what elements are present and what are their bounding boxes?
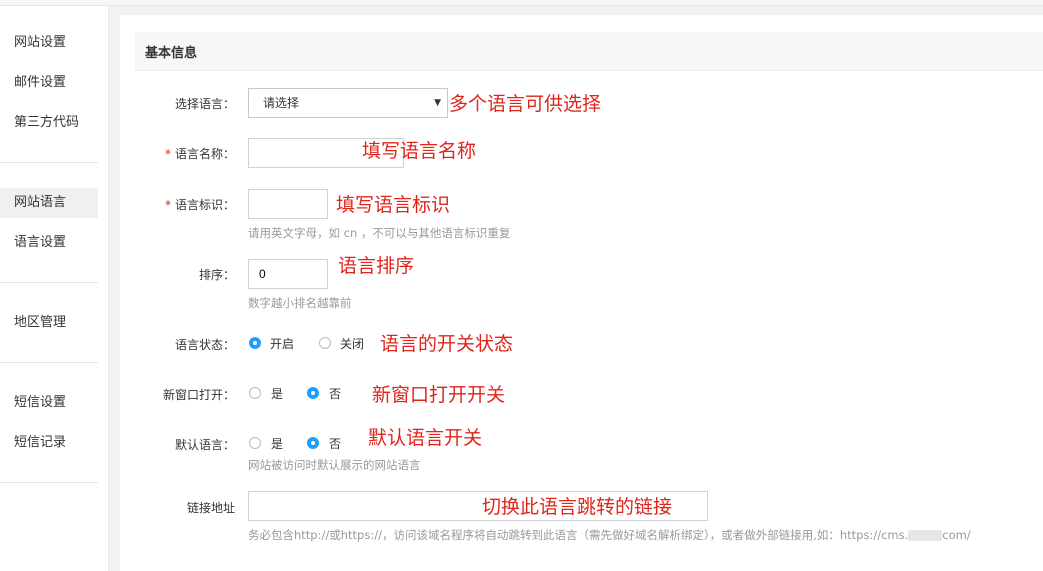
status-on-radio[interactable] [249, 337, 261, 349]
status-off-radio[interactable] [319, 337, 331, 349]
sidebar-divider [0, 482, 98, 483]
required-mark: * [164, 198, 171, 212]
language-code-hint: 请用英文字母，如 cn ，不可以与其他语言标识重复 [248, 226, 511, 240]
section-header: 基本信息 [135, 32, 1043, 71]
status-on-label: 开启 [270, 337, 295, 351]
status-off-label: 关闭 [340, 337, 365, 351]
default-language-yes-radio[interactable] [249, 437, 261, 449]
language-select-value: 请选择 [263, 96, 300, 110]
language-code-label: * 语言标识： [164, 198, 235, 212]
sort-input[interactable] [248, 259, 328, 289]
language-select-label: 选择语言： [174, 97, 235, 111]
language-code-input[interactable] [248, 189, 328, 219]
default-language-yes-label: 是 [271, 437, 284, 451]
sidebar: 网站设置 邮件设置 第三方代码 网站语言 语言设置 地区管理 短信设置 短信记录 [0, 6, 109, 571]
annotation-new-window: 新窗口打开开关 [372, 384, 506, 406]
annotation-link: 切换此语言跳转的链接 [482, 496, 673, 518]
annotation-status: 语言的开关状态 [380, 333, 514, 355]
language-select[interactable]: 请选择 ▼ [248, 88, 448, 118]
new-window-no-radio[interactable] [307, 387, 319, 399]
annotation-default-language: 默认语言开关 [368, 427, 483, 449]
sort-hint: 数字越小排名越靠前 [248, 296, 352, 310]
new-window-yes-label: 是 [271, 387, 284, 401]
sidebar-item-language-settings[interactable]: 语言设置 [0, 228, 98, 258]
section-title: 基本信息 [145, 46, 198, 61]
sidebar-item-region-management[interactable]: 地区管理 [0, 308, 98, 338]
redacted-blur [908, 530, 943, 541]
sidebar-divider [0, 362, 98, 363]
sidebar-item-mail-settings[interactable]: 邮件设置 [0, 68, 98, 98]
link-hint: 务必包含http://或https://，访问该域名程序将自动跳转到此语言（需先… [248, 528, 971, 542]
annotation-language-select: 多个语言可供选择 [449, 93, 602, 115]
chevron-down-icon: ▼ [434, 98, 441, 108]
sidebar-divider [0, 162, 98, 163]
status-label: 语言状态： [174, 338, 235, 352]
default-language-hint: 网站被访问时默认展示的网站语言 [248, 458, 421, 472]
default-language-no-radio[interactable] [307, 437, 319, 449]
default-language-label: 默认语言： [174, 438, 235, 452]
new-window-label: 新窗口打开： [162, 388, 235, 402]
annotation-language-name: 填写语言名称 [362, 140, 477, 162]
new-window-no-label: 否 [329, 387, 342, 401]
sidebar-item-site-settings[interactable]: 网站设置 [0, 28, 98, 58]
new-window-yes-radio[interactable] [249, 387, 261, 399]
default-language-no-label: 否 [329, 437, 342, 451]
annotation-language-code: 填写语言标识 [336, 194, 451, 216]
language-name-label: * 语言名称： [164, 147, 235, 161]
annotation-sort: 语言排序 [338, 255, 415, 277]
required-mark: * [164, 147, 171, 161]
link-label: 链接地址 [186, 501, 235, 515]
top-bar [0, 0, 1043, 6]
sort-label: 排序： [198, 268, 235, 282]
sidebar-item-third-party-code[interactable]: 第三方代码 [0, 108, 98, 138]
